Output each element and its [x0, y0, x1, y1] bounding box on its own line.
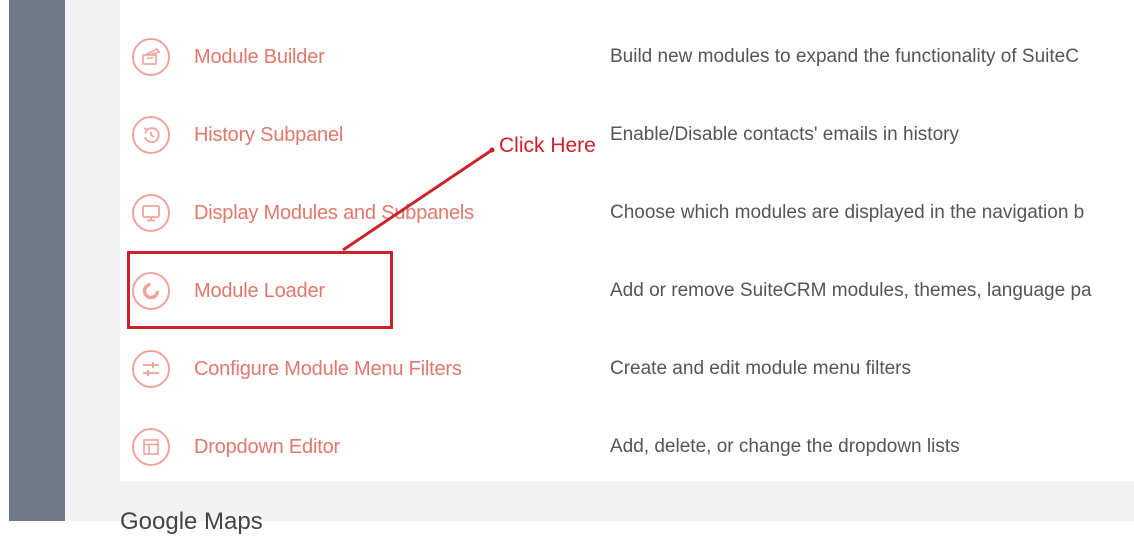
section-title-google-maps: Google Maps	[120, 508, 263, 535]
annotation-label: Click Here	[499, 134, 596, 157]
annotation-highlight-box	[127, 251, 393, 329]
